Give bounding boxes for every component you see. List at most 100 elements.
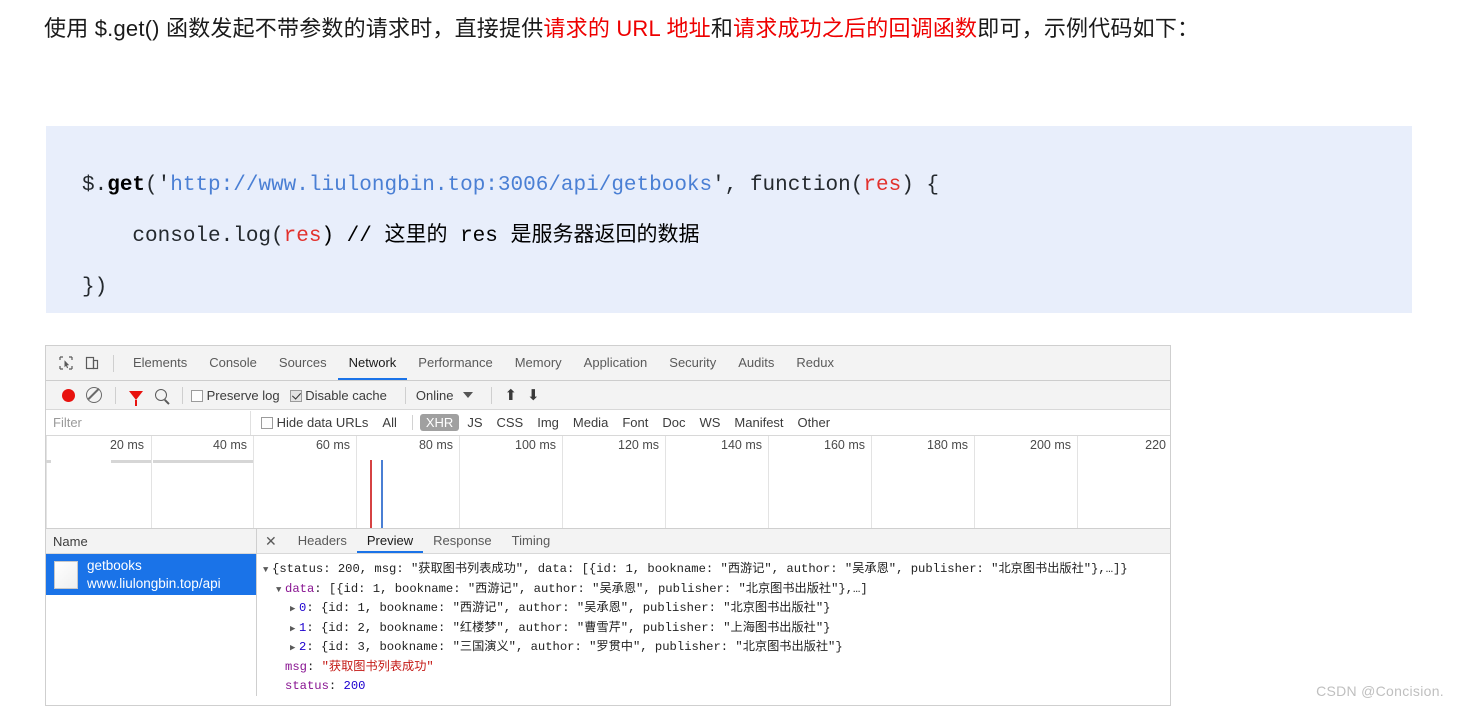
tick-label: 60 ms [315,438,350,452]
throttling-select[interactable]: Online [416,388,454,403]
request-list: Name getbooks www.liulongbin.top/api [46,529,257,696]
timeline-ruler: 20 ms 40 ms 60 ms 80 ms 100 ms 120 ms 14… [46,436,1170,460]
disable-cache-checkbox[interactable]: Disable cache [289,388,387,403]
inspect-element-icon[interactable] [53,350,79,376]
code-line-2: console.log(res) // 这里的 res 是服务器返回的数据 [82,211,1412,262]
filter-type-all[interactable]: All [376,414,402,431]
json-key-msg: msg [285,659,307,674]
subtab-response[interactable]: Response [423,529,502,553]
hide-data-urls-label: Hide data URLs [276,415,369,430]
json-value-msg: "获取图书列表成功" [321,659,434,674]
tab-console[interactable]: Console [198,346,268,380]
preserve-log-checkbox[interactable]: Preserve log [191,388,280,403]
code-token-comment: ) // 这里的 res 是服务器返回的数据 [321,225,700,248]
subtab-preview[interactable]: Preview [356,529,424,553]
tab-network[interactable]: Network [337,346,408,380]
toolbar-divider-2 [115,386,116,404]
filter-type-xhr[interactable]: XHR [419,414,460,431]
tab-audits[interactable]: Audits [727,346,785,380]
tick-label: 100 ms [515,438,556,452]
code-token-url: http://www.liulongbin.top:3006/api/getbo… [170,174,713,197]
tick-label: 120 ms [618,438,659,452]
tab-redux[interactable]: Redux [785,346,845,380]
filter-type-media[interactable]: Media [567,414,614,431]
record-icon[interactable] [61,388,75,402]
toolbar-divider [113,354,114,372]
code-token-res-param: res [863,174,902,197]
tick-label: 180 ms [927,438,968,452]
json-array-item[interactable]: ▶ 0: {id: 1, bookname: "西游记", author: "吴承… [263,599,1170,619]
code-token-dollar: $. [82,174,108,197]
request-list-header[interactable]: Name [46,529,256,554]
tick-label: 200 ms [1030,438,1071,452]
import-har-icon[interactable]: ⬆ [504,388,517,403]
filter-type-manifest[interactable]: Manifest [728,414,789,431]
filter-type-img[interactable]: Img [531,414,565,431]
hide-data-urls-box[interactable] [261,417,273,429]
network-filterbar: Filter Hide data URLs All XHR JS CSS Img… [46,410,1170,436]
code-token-close: }) [82,276,108,299]
hide-data-urls-checkbox[interactable]: Hide data URLs [261,415,368,430]
expand-triangle-icon[interactable]: ▶ [290,620,299,639]
subtab-headers[interactable]: Headers [288,529,357,553]
json-data-line[interactable]: ▼ data: [{id: 1, bookname: "西游记", author:… [263,580,1170,600]
code-token-func: ', function( [712,174,864,197]
filter-icon[interactable] [129,390,143,406]
clear-icon[interactable] [86,387,102,403]
json-root-text: {status: 200, msg: "获取图书列表成功", data: [{i… [272,562,1128,576]
tab-memory[interactable]: Memory [504,346,573,380]
tab-sources[interactable]: Sources [268,346,338,380]
export-har-icon[interactable]: ⬇ [527,388,540,403]
json-root-line[interactable]: ▼ {status: 200, msg: "获取图书列表成功", data: [{… [263,560,1170,580]
tick-label: 160 ms [824,438,865,452]
json-item-text: : {id: 2, bookname: "红楼梦", author: "曹雪芹"… [306,620,831,635]
csdn-watermark: CSDN @Concision. [1316,683,1444,699]
expand-triangle-icon[interactable]: ▼ [276,581,285,600]
toolbar-divider-3 [182,386,183,404]
filter-type-doc[interactable]: Doc [656,414,691,431]
filter-type-font[interactable]: Font [616,414,654,431]
article-segment-1: 使用 $.get() 函数发起不带参数的请求时，直接提供 [44,16,544,41]
expand-triangle-icon[interactable]: ▼ [263,561,272,580]
devtools-panel: Elements Console Sources Network Perform… [45,345,1171,706]
code-token-open: (' [145,174,171,197]
filter-type-other[interactable]: Other [792,414,837,431]
filter-type-ws[interactable]: WS [693,414,726,431]
toggle-device-toolbar-icon[interactable] [79,350,105,376]
code-line-3: }) [82,262,1412,313]
json-array-item[interactable]: ▶ 1: {id: 2, bookname: "红楼梦", author: "曹雪… [263,619,1170,639]
filter-type-css[interactable]: CSS [490,414,529,431]
tick-label: 140 ms [721,438,762,452]
devtools-tabbar: Elements Console Sources Network Perform… [46,346,1170,381]
document-icon [54,560,78,589]
tab-performance[interactable]: Performance [407,346,503,380]
tab-security[interactable]: Security [658,346,727,380]
expand-triangle-icon[interactable]: ▶ [290,639,299,658]
search-icon[interactable] [155,389,167,401]
overview-bar [153,460,253,463]
chevron-down-icon[interactable] [463,392,474,398]
article-segment-2: 和 [710,16,734,41]
request-row-getbooks[interactable]: getbooks www.liulongbin.top/api [46,554,256,595]
close-icon[interactable]: ✕ [265,534,277,548]
subtab-timing[interactable]: Timing [502,529,561,553]
json-value-status: 200 [343,678,366,693]
network-overview[interactable]: 20 ms 40 ms 60 ms 80 ms 100 ms 120 ms 14… [46,436,1170,529]
filter-divider [411,415,413,430]
code-block: $.get('http://www.liulongbin.top:3006/ap… [46,126,1412,313]
detail-tabbar: ✕ Headers Preview Response Timing [257,529,1170,554]
article-highlight-callback: 请求成功之后的回调函数 [733,16,978,41]
json-array-item[interactable]: ▶ 2: {id: 3, bookname: "三国演义", author: "罗… [263,638,1170,658]
preserve-log-box[interactable] [191,389,203,402]
article-paragraph: 使用 $.get() 函数发起不带参数的请求时，直接提供请求的 URL 地址和请… [44,6,1404,51]
network-toolbar: Preserve log Disable cache Online ⬆ ⬇ [46,381,1170,410]
article-highlight-url: 请求的 URL 地址 [543,16,711,41]
filter-type-js[interactable]: JS [461,414,488,431]
tab-application[interactable]: Application [573,346,659,380]
code-token-consolelog: console.log( [82,225,284,248]
tick-label: 40 ms [212,438,247,452]
expand-triangle-icon[interactable]: ▶ [290,600,299,619]
tab-elements[interactable]: Elements [122,346,198,380]
filter-input[interactable]: Filter [46,410,251,435]
disable-cache-box[interactable] [289,389,302,402]
